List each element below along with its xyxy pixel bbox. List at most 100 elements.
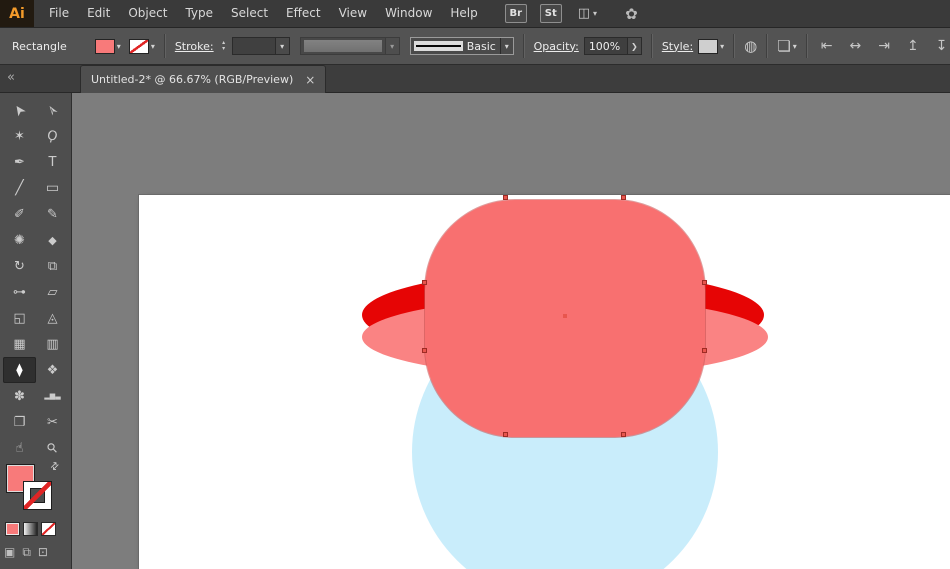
anchor-point[interactable] xyxy=(621,432,626,437)
anchor-point[interactable] xyxy=(702,280,707,285)
none-slash-icon xyxy=(24,482,51,509)
style-select[interactable]: ▾ xyxy=(698,38,724,54)
recolor-artwork-icon[interactable]: ◍ xyxy=(744,37,757,55)
opacity-input[interactable]: 100% xyxy=(583,37,628,55)
brush-definition-select[interactable]: Basic ▾ xyxy=(409,37,514,55)
document-tab-title: Untitled-2* @ 66.67% (RGB/Preview) xyxy=(91,73,294,86)
blob-brush-tool[interactable]: ✺ xyxy=(3,227,36,253)
menu-item-select[interactable]: Select xyxy=(222,0,277,28)
artboard-tool[interactable]: ❐ xyxy=(3,409,36,435)
anchor-point[interactable] xyxy=(503,432,508,437)
symbol-sprayer-tool[interactable]: ✽ xyxy=(3,383,36,409)
swap-fill-stroke-icon[interactable]: ⇄ xyxy=(48,460,62,474)
perspective-grid-tool[interactable]: ◬ xyxy=(36,305,69,331)
blend-tool[interactable]: ❖ xyxy=(36,357,69,383)
stock-button[interactable]: St xyxy=(539,4,562,23)
menu-item-object[interactable]: Object xyxy=(119,0,176,28)
workspace-switcher[interactable]: ◫ ▾ xyxy=(578,6,597,21)
sync-icon[interactable]: ✿ xyxy=(625,5,638,23)
chevron-down-icon: ▾ xyxy=(274,38,289,54)
stepper-down-icon[interactable]: ▾ xyxy=(219,46,229,52)
document-tab[interactable]: Untitled-2* @ 66.67% (RGB/Preview) × xyxy=(80,65,327,93)
brush-line xyxy=(415,45,461,47)
menu-item-effect[interactable]: Effect xyxy=(277,0,330,28)
illustrator-logo[interactable]: Ai xyxy=(0,0,34,27)
gradient-tool[interactable]: ▥ xyxy=(36,331,69,357)
separator xyxy=(733,34,736,58)
anchor-point[interactable] xyxy=(422,348,427,353)
align-vertical-bottom-icon[interactable]: ↧ xyxy=(936,38,948,54)
menu-item-help[interactable]: Help xyxy=(441,0,486,28)
draw-inside-icon[interactable]: ⊡ xyxy=(38,545,48,560)
transform-menu[interactable]: ❏ ▾ xyxy=(777,37,796,55)
anchor-point[interactable] xyxy=(702,348,707,353)
align-vertical-top-icon[interactable]: ↥ xyxy=(907,38,919,54)
scale-tool[interactable]: ⧉ xyxy=(36,253,69,279)
stroke-weight-select[interactable]: ▾ xyxy=(231,37,290,55)
column-graph-tool[interactable]: ▂▆▃ xyxy=(36,383,69,409)
selection-tool[interactable]: ➤ xyxy=(3,97,36,123)
lasso-tool[interactable]: Ϙ xyxy=(36,123,69,149)
mesh-tool[interactable]: ▦ xyxy=(3,331,36,357)
chevron-down-icon: ▾ xyxy=(499,38,513,54)
bridge-button[interactable]: Br xyxy=(504,4,527,23)
opacity-panel-link[interactable]: Opacity: xyxy=(534,40,579,53)
canvas-area[interactable] xyxy=(72,93,950,569)
menu-item-view[interactable]: View xyxy=(330,0,376,28)
shape-builder-tool[interactable]: ◱ xyxy=(3,305,36,331)
stroke-color-control[interactable]: ▾ xyxy=(128,38,155,54)
magic-wand-tool[interactable]: ✶ xyxy=(3,123,36,149)
menu-items: File Edit Object Type Select Effect View Window… xyxy=(40,0,487,28)
color-mode-gradient-button[interactable] xyxy=(23,522,38,536)
style-panel-link[interactable]: Style: xyxy=(662,40,693,53)
brush-stroke-preview xyxy=(413,41,463,51)
paintbrush-tool[interactable]: ✐ xyxy=(3,201,36,227)
zoom-tool[interactable]: ⚲ xyxy=(36,435,69,461)
pencil-tool[interactable]: ✎ xyxy=(36,201,69,227)
color-mode-color-button[interactable] xyxy=(5,522,20,536)
close-icon[interactable]: × xyxy=(305,74,315,86)
stroke-color-indicator[interactable] xyxy=(23,481,52,510)
selection-center-point[interactable] xyxy=(563,314,567,318)
align-horizontal-right-icon[interactable]: ⇥ xyxy=(878,38,890,54)
align-horizontal-left-icon[interactable]: ⇤ xyxy=(821,38,833,54)
free-transform-tool[interactable]: ▱ xyxy=(36,279,69,305)
opacity-slider-arrow[interactable]: ❯ xyxy=(627,37,642,55)
menu-item-edit[interactable]: Edit xyxy=(78,0,119,28)
draw-mode-buttons: ▣ ⧉ ⊡ xyxy=(4,545,48,560)
hand-tool[interactable]: ☝ xyxy=(3,435,36,461)
stroke-color-swatch[interactable] xyxy=(128,38,149,54)
fill-color-swatch[interactable] xyxy=(94,38,115,54)
slice-tool[interactable]: ✂ xyxy=(36,409,69,435)
width-tool[interactable]: ⊶ xyxy=(3,279,36,305)
line-segment-tool[interactable]: ╱ xyxy=(3,175,36,201)
direct-selection-tool[interactable]: ➢ xyxy=(36,97,69,123)
tool-panel: ➤ ➢ ✶ Ϙ ✒ T ╱ ▭ ✐ ✎ ✺ ◆ ↻ ⧉ ⊶ ▱ ◱ ◬ ▦ ▥ ⧫ ❖ ✽ ▂▆▃ ❐ ✂ ☝ ⚲ ⇄ ▣ ⧉ ⊡ xyxy=(0,93,72,569)
chevron-down-icon: ▾ xyxy=(150,41,155,51)
anchor-point[interactable] xyxy=(422,280,427,285)
color-mode-none-button[interactable] xyxy=(41,522,56,536)
anchor-point[interactable] xyxy=(503,195,508,200)
collapse-panel-icon[interactable]: « xyxy=(7,70,15,85)
draw-behind-icon[interactable]: ⧉ xyxy=(22,545,31,560)
stroke-weight-stepper[interactable]: ▴ ▾ xyxy=(219,40,229,52)
rotate-tool[interactable]: ↻ xyxy=(3,253,36,279)
menu-item-window[interactable]: Window xyxy=(376,0,441,28)
eraser-tool[interactable]: ◆ xyxy=(36,227,69,253)
align-horizontal-center-icon[interactable]: ↔ xyxy=(849,38,861,54)
stroke-panel-link[interactable]: Stroke: xyxy=(175,40,214,53)
menu-item-type[interactable]: Type xyxy=(176,0,222,28)
draw-normal-icon[interactable]: ▣ xyxy=(4,545,15,560)
rectangle-tool[interactable]: ▭ xyxy=(36,175,69,201)
fill-color-control[interactable]: ▾ xyxy=(94,38,121,54)
menu-item-file[interactable]: File xyxy=(40,0,78,28)
eyedropper-tool[interactable]: ⧫ xyxy=(3,357,36,383)
style-swatch[interactable] xyxy=(698,38,719,54)
separator xyxy=(650,34,653,58)
anchor-point[interactable] xyxy=(621,195,626,200)
chevron-down-icon: ▾ xyxy=(384,38,399,54)
pen-tool[interactable]: ✒ xyxy=(3,149,36,175)
separator xyxy=(805,34,808,58)
type-tool[interactable]: T xyxy=(36,149,69,175)
control-bar: Rectangle ▾ ▾ Stroke: ▴ ▾ ▾ ▾ Basic ▾ Op… xyxy=(0,28,950,65)
